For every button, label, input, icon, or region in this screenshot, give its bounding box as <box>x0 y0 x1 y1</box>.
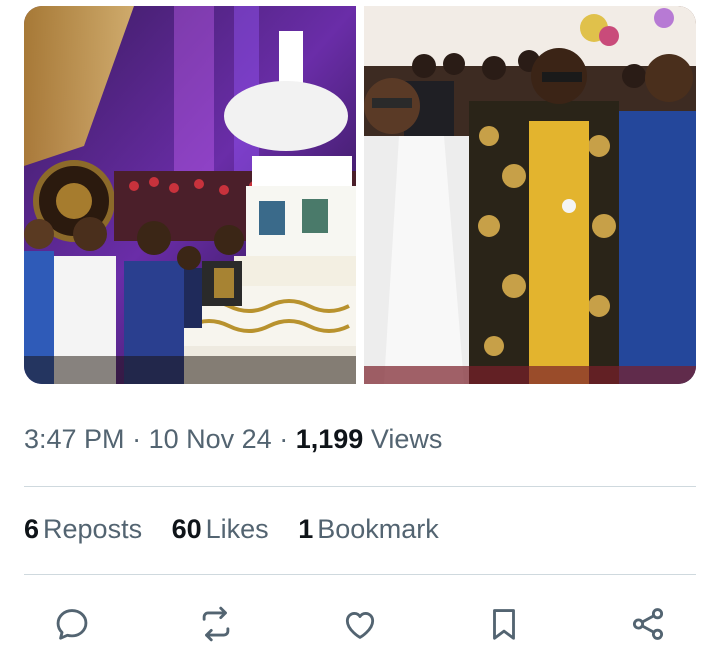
photo-guests-image <box>364 6 696 384</box>
divider <box>24 574 696 575</box>
heart-icon <box>345 611 375 639</box>
reposts-stat[interactable]: 6 Reposts <box>24 514 142 545</box>
action-bar <box>24 596 696 652</box>
photo-cake-cutting-image <box>24 6 356 384</box>
bookmarks-count: 1 <box>298 514 314 544</box>
divider <box>24 486 696 487</box>
bookmarks-stat[interactable]: 1 Bookmark <box>298 514 439 545</box>
likes-label: Likes <box>205 514 269 544</box>
meta-separator: · <box>279 424 289 454</box>
like-button[interactable] <box>336 600 384 648</box>
likes-count: 60 <box>171 514 202 544</box>
meta-separator: · <box>132 424 142 454</box>
tweet-stats: 6 Reposts 60 Likes 1 Bookmark <box>24 514 461 545</box>
tweet-time[interactable]: 3:47 PM <box>24 424 125 454</box>
reposts-count: 6 <box>24 514 40 544</box>
reply-icon <box>56 609 88 640</box>
reply-button[interactable] <box>48 600 96 648</box>
bookmark-icon <box>493 609 515 640</box>
repost-icon <box>202 606 230 642</box>
bookmark-button[interactable] <box>480 600 528 648</box>
photo-cake-cutting[interactable] <box>24 6 356 384</box>
tweet-date[interactable]: 10 Nov 24 <box>149 424 272 454</box>
bookmarks-label: Bookmark <box>317 514 439 544</box>
photo-guests[interactable] <box>364 6 696 384</box>
share-icon <box>632 608 664 640</box>
likes-stat[interactable]: 60 Likes <box>172 514 269 545</box>
repost-button[interactable] <box>192 600 240 648</box>
views-label: Views <box>370 424 443 454</box>
tweet-media[interactable] <box>24 6 696 384</box>
tweet-meta: 3:47 PM · 10 Nov 24 · 1,199 Views <box>24 424 442 455</box>
share-button[interactable] <box>624 600 672 648</box>
reposts-label: Reposts <box>43 514 143 544</box>
views-count: 1,199 <box>295 424 364 454</box>
